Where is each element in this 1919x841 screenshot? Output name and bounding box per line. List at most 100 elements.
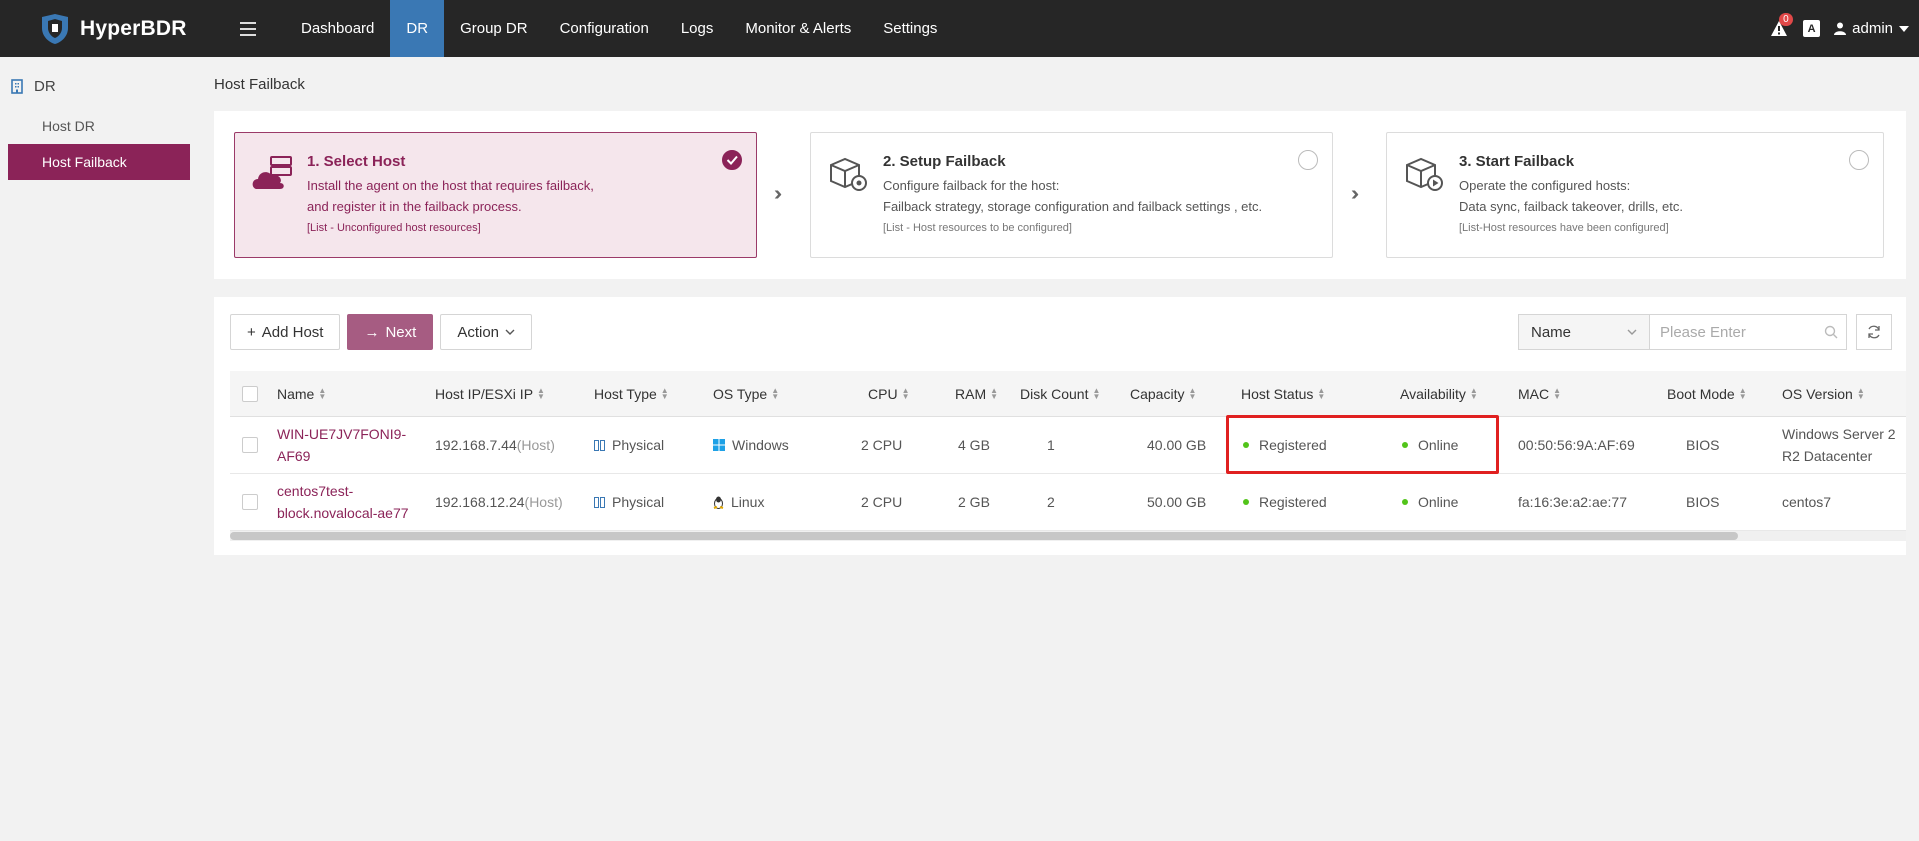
- col-label: OS Version: [1782, 385, 1853, 402]
- caret-down-icon: [1899, 25, 1909, 32]
- sort-icon: ▲ ▼: [990, 385, 999, 401]
- col-os-type[interactable]: OS Type ▲ ▼: [713, 371, 779, 416]
- col-label: Capacity: [1130, 385, 1185, 402]
- step-description: Configure failback for the host: Failbac…: [883, 175, 1262, 217]
- col-host-ip[interactable]: Host IP/ESXi IP ▲ ▼: [435, 371, 545, 416]
- nav-dashboard[interactable]: Dashboard: [285, 0, 390, 57]
- building-icon: [11, 79, 23, 94]
- app-logo[interactable]: HyperBDR: [0, 12, 240, 46]
- refresh-icon: [1868, 325, 1880, 339]
- double-chevron-icon: ›››: [1351, 183, 1359, 205]
- col-label: Availability: [1400, 385, 1466, 402]
- sort-icon: ▲ ▼: [660, 385, 669, 401]
- col-label: Boot Mode: [1667, 385, 1735, 402]
- nav-logs[interactable]: Logs: [665, 0, 730, 57]
- table-row[interactable]: centos7test-block.novalocal-ae77 192.168…: [230, 474, 1906, 531]
- host-name-link[interactable]: centos7test-block.novalocal-ae77: [277, 474, 427, 530]
- step-radio-icon: [1298, 150, 1318, 170]
- add-host-button[interactable]: + Add Host: [230, 314, 341, 350]
- sort-icon: ▲ ▼: [1553, 385, 1562, 401]
- next-button[interactable]: → Next: [347, 314, 434, 350]
- horizontal-scrollbar[interactable]: [230, 531, 1906, 541]
- os-type: Windows: [713, 417, 789, 473]
- table-header: Name ▲ ▼ Host IP/ESXi IP ▲ ▼ Host Type ▲ ▼ OS …: [230, 371, 1906, 417]
- col-host-type[interactable]: Host Type ▲ ▼: [594, 371, 669, 416]
- user-menu[interactable]: admin: [1834, 20, 1909, 37]
- col-label: Host Status: [1241, 385, 1314, 402]
- availability: Online: [1402, 417, 1458, 473]
- select-all-checkbox[interactable]: [242, 385, 258, 402]
- cloud-server-icon: [252, 156, 292, 189]
- step-description: Install the agent on the host that requi…: [307, 175, 594, 217]
- sidebar-group-dr[interactable]: DR: [0, 57, 198, 108]
- sidebar-item-host-failback[interactable]: Host Failback: [8, 144, 190, 180]
- nav-settings[interactable]: Settings: [867, 0, 953, 57]
- step-setup-failback[interactable]: 2. Setup Failback Configure failback for…: [810, 132, 1333, 258]
- server-icon: [594, 496, 605, 508]
- table-row[interactable]: WIN-UE7JV7FONI9- AF69 192.168.7.44 (Host) …: [230, 417, 1906, 474]
- steps-panel: 1. Select Host Install the agent on the …: [214, 111, 1906, 279]
- refresh-button[interactable]: [1856, 314, 1892, 350]
- search-field-select[interactable]: Name: [1519, 315, 1650, 349]
- ip-value: 192.168.12.24: [435, 494, 525, 510]
- col-cpu[interactable]: CPU ▲ ▼: [868, 371, 909, 416]
- step-note: [List - Host resources to be configured]: [883, 222, 1072, 234]
- search-input[interactable]: [1650, 315, 1816, 349]
- sort-icon: ▲ ▼: [1092, 385, 1101, 401]
- nav-monitor-alerts[interactable]: Monitor & Alerts: [729, 0, 867, 57]
- nav-group-dr[interactable]: Group DR: [444, 0, 544, 57]
- host-type-value: Physical: [612, 437, 665, 453]
- step-title: 2. Setup Failback: [883, 153, 1006, 170]
- col-disk-count[interactable]: Disk Count ▲ ▼: [1020, 371, 1101, 416]
- mac: 00:50:56:9A:AF:69: [1518, 437, 1635, 453]
- col-mac[interactable]: MAC ▲ ▼: [1518, 371, 1562, 416]
- menu-toggle-icon[interactable]: [240, 21, 270, 36]
- host-name-line: block.novalocal-ae77: [277, 505, 409, 521]
- host-status: Registered: [1243, 474, 1327, 530]
- col-boot-mode[interactable]: Boot Mode ▲ ▼: [1667, 371, 1747, 416]
- os-type-value: Windows: [732, 437, 789, 453]
- search-icon[interactable]: [1816, 315, 1846, 349]
- action-dropdown-button[interactable]: Action: [440, 314, 533, 350]
- status-dot-icon: [1402, 442, 1408, 448]
- col-host-status[interactable]: Host Status ▲ ▼: [1241, 371, 1325, 416]
- scrollbar-thumb[interactable]: [230, 532, 1738, 540]
- col-label: CPU: [868, 385, 898, 402]
- row-checkbox[interactable]: [242, 437, 258, 453]
- status-dot-icon: [1243, 499, 1249, 505]
- windows-icon: [713, 439, 725, 451]
- step-title: 3. Start Failback: [1459, 153, 1575, 170]
- row-checkbox[interactable]: [242, 494, 258, 510]
- cpu: 2 CPU: [861, 494, 903, 510]
- step-start-failback[interactable]: 3. Start Failback Operate the configured…: [1386, 132, 1884, 258]
- capacity: 50.00 GB: [1147, 494, 1207, 510]
- step-note: [List - Unconfigured host resources]: [307, 222, 481, 234]
- col-name[interactable]: Name ▲ ▼: [277, 371, 326, 416]
- cpu: 2 CPU: [861, 437, 903, 453]
- col-ram[interactable]: RAM ▲ ▼: [955, 371, 999, 416]
- package-gear-icon: [830, 157, 867, 191]
- sidebar-item-host-dr[interactable]: Host DR: [8, 108, 190, 144]
- col-os-version[interactable]: OS Version ▲ ▼: [1782, 371, 1865, 416]
- col-label: RAM: [955, 385, 987, 402]
- search-box: Name: [1518, 314, 1847, 350]
- host-name-link[interactable]: WIN-UE7JV7FONI9- AF69: [277, 417, 417, 473]
- os-version-line: Windows Server 2: [1782, 426, 1896, 442]
- col-label: OS Type: [713, 385, 768, 402]
- ram: 2 GB: [958, 494, 990, 510]
- alert-bell-icon[interactable]: 0: [1769, 12, 1793, 39]
- sort-icon: ▲ ▼: [1856, 385, 1865, 401]
- double-chevron-icon: ›››: [774, 183, 782, 205]
- nav-configuration[interactable]: Configuration: [544, 0, 665, 57]
- col-capacity[interactable]: Capacity ▲ ▼: [1130, 371, 1196, 416]
- status-dot-icon: [1243, 442, 1249, 448]
- nav-dr[interactable]: DR: [390, 0, 445, 57]
- host-name-line: WIN-UE7JV7FONI9-: [277, 426, 407, 442]
- sort-icon: ▲ ▼: [1738, 385, 1747, 401]
- os-type: Linux: [713, 474, 764, 530]
- language-icon[interactable]: A: [1803, 20, 1821, 37]
- boot-mode: BIOS: [1686, 437, 1720, 453]
- ip-tag: (Host): [524, 494, 563, 510]
- step-select-host[interactable]: 1. Select Host Install the agent on the …: [234, 132, 757, 258]
- col-availability[interactable]: Availability ▲ ▼: [1400, 371, 1478, 416]
